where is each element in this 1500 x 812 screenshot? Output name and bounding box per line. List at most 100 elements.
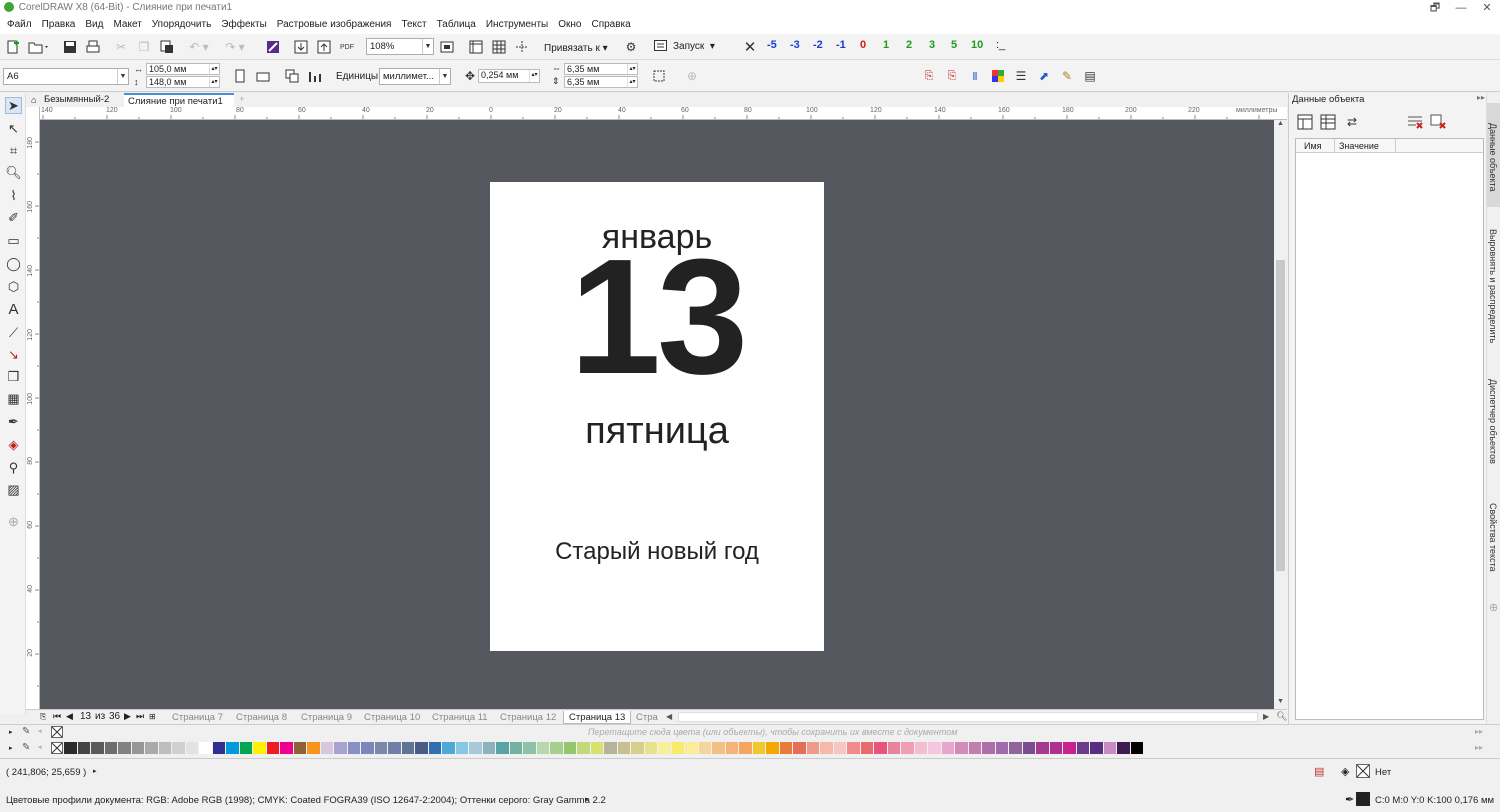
page-settings-icon[interactable]: ⎘ bbox=[40, 712, 46, 722]
color-swatch[interactable] bbox=[941, 742, 955, 754]
color-swatch[interactable] bbox=[442, 742, 456, 754]
tab-page-12[interactable]: Страница 12 bbox=[500, 711, 556, 724]
next-page-icon[interactable]: ▶ bbox=[124, 711, 131, 722]
color-swatch[interactable] bbox=[523, 742, 537, 754]
color-swatch[interactable] bbox=[401, 742, 415, 754]
portrait-orientation-icon[interactable] bbox=[231, 67, 249, 85]
color-swatch[interactable] bbox=[1090, 742, 1104, 754]
add-page-icon[interactable]: ⊞ bbox=[149, 712, 156, 721]
macro-button-5[interactable]: 5 bbox=[951, 39, 957, 51]
horizontal-scrollbar[interactable] bbox=[678, 712, 1258, 722]
scrollbar-thumb[interactable] bbox=[1276, 260, 1285, 571]
no-color-swatch[interactable] bbox=[51, 726, 63, 738]
color-swatch[interactable] bbox=[1049, 742, 1063, 754]
export-merge-icon[interactable]: ⬈ bbox=[1035, 67, 1053, 85]
scroll-right-icon[interactable]: ▶ bbox=[1263, 712, 1269, 721]
macro-button-1[interactable]: 1 bbox=[883, 39, 889, 51]
snap-to-dropdown[interactable]: Привязать к ▾ bbox=[544, 43, 608, 54]
color-swatch[interactable] bbox=[806, 742, 820, 754]
color-swatch[interactable] bbox=[428, 742, 442, 754]
document-color-profiles[interactable]: Цветовые профили документа: RGB: Adobe R… bbox=[6, 795, 606, 806]
macro-button-3[interactable]: 3 bbox=[929, 39, 935, 51]
color-swatch[interactable] bbox=[860, 742, 874, 754]
menu-bitmaps[interactable]: Растровые изображения bbox=[272, 16, 397, 34]
vertical-scrollbar[interactable]: ▲ ▼ bbox=[1274, 120, 1287, 709]
color-swatch[interactable] bbox=[1036, 742, 1050, 754]
shape-tool-icon[interactable]: ↖ bbox=[5, 120, 22, 137]
options-gear-icon[interactable]: ⚙ bbox=[622, 38, 640, 56]
scroll-palette-left-icon[interactable]: ◂ bbox=[38, 727, 42, 735]
color-swatch[interactable] bbox=[158, 742, 172, 754]
color-swatch[interactable] bbox=[1009, 742, 1023, 754]
holiday-text[interactable]: Старый новый год bbox=[490, 538, 824, 566]
macro-button-10[interactable]: 10 bbox=[971, 39, 983, 51]
scroll-down-icon[interactable]: ▼ bbox=[1274, 698, 1287, 708]
color-swatch[interactable] bbox=[77, 742, 91, 754]
show-grid-icon[interactable] bbox=[490, 38, 508, 56]
menu-effects[interactable]: Эффекты bbox=[216, 16, 271, 34]
color-swatch[interactable] bbox=[1076, 742, 1090, 754]
current-page-icon[interactable] bbox=[306, 67, 324, 85]
color-swatch[interactable] bbox=[469, 742, 483, 754]
color-swatch[interactable] bbox=[752, 742, 766, 754]
color-swatch[interactable] bbox=[280, 742, 294, 754]
zoom-navigator-icon[interactable]: 🔍︎ bbox=[1276, 711, 1287, 722]
export-icon[interactable] bbox=[315, 38, 333, 56]
redo-icon[interactable]: ↷ ▾ bbox=[222, 38, 248, 56]
all-pages-icon[interactable] bbox=[283, 67, 301, 85]
color-swatch[interactable] bbox=[550, 742, 564, 754]
side-tab-object-data[interactable]: Данные объекта bbox=[1487, 103, 1500, 207]
launch-dropdown[interactable]: Запуск ▾ bbox=[654, 40, 715, 52]
add-docker-icon[interactable]: ⊕ bbox=[1489, 601, 1498, 614]
color-swatch[interactable] bbox=[955, 742, 969, 754]
color-swatch[interactable] bbox=[482, 742, 496, 754]
color-swatch[interactable] bbox=[239, 742, 253, 754]
close-macro-icon[interactable]: ✕ bbox=[741, 38, 759, 56]
color-swatch[interactable] bbox=[928, 742, 942, 754]
outline-tool-icon[interactable]: ▨ bbox=[5, 481, 22, 498]
data-hierarchy-icon[interactable]: ⇄ bbox=[1343, 113, 1361, 131]
parallel-dimension-tool-icon[interactable]: ⟋ bbox=[5, 324, 22, 341]
color-swatch[interactable] bbox=[577, 742, 591, 754]
color-swatch[interactable] bbox=[982, 742, 996, 754]
status-expand-icon[interactable]: ▸ bbox=[585, 795, 589, 803]
current-page-number[interactable]: 13 bbox=[80, 711, 91, 722]
copy-data-from-icon[interactable] bbox=[1319, 113, 1337, 131]
color-swatch[interactable] bbox=[415, 742, 429, 754]
color-swatch[interactable] bbox=[374, 742, 388, 754]
color-swatch[interactable] bbox=[131, 742, 145, 754]
tab-page-10[interactable]: Страница 10 bbox=[364, 711, 420, 724]
menu-view[interactable]: Вид bbox=[80, 16, 108, 34]
menu-file[interactable]: Файл bbox=[2, 16, 37, 34]
color-swatch[interactable] bbox=[604, 742, 618, 754]
color-swatch[interactable] bbox=[199, 742, 213, 754]
color-eyedropper-tool-icon[interactable]: ✒ bbox=[5, 413, 22, 430]
tab-page-9[interactable]: Страница 9 bbox=[301, 711, 352, 724]
print-merge-create-icon[interactable]: ⎘ bbox=[920, 67, 938, 85]
color-swatch[interactable] bbox=[725, 742, 739, 754]
insert-field-icon[interactable]: Ⅱ bbox=[966, 67, 984, 85]
scroll-palette-left-icon[interactable]: ◂ bbox=[38, 743, 42, 751]
scroll-up-icon[interactable]: ▲ bbox=[1274, 120, 1287, 130]
color-swatch[interactable] bbox=[334, 742, 348, 754]
color-swatch[interactable] bbox=[172, 742, 186, 754]
duplicate-x-field[interactable]: 6,35 мм ▴▾ bbox=[564, 63, 638, 75]
column-header-value[interactable]: Значение bbox=[1339, 141, 1379, 151]
tab-document-untitled-2[interactable]: ⌂ Безымянный-2 bbox=[28, 93, 124, 107]
color-swatch[interactable] bbox=[361, 742, 375, 754]
macro-button-minus-2[interactable]: -2 bbox=[813, 39, 823, 51]
spinner-icon[interactable]: ▴▾ bbox=[627, 64, 637, 74]
new-tab-icon[interactable]: + bbox=[236, 93, 250, 107]
color-swatch[interactable] bbox=[347, 742, 361, 754]
open-folder-icon[interactable] bbox=[26, 38, 52, 56]
expand-palette-icon[interactable]: ▸▸ bbox=[1475, 743, 1483, 752]
color-swatch[interactable] bbox=[793, 742, 807, 754]
macro-button-extra[interactable]: :_ bbox=[996, 39, 1005, 51]
print-icon[interactable] bbox=[84, 38, 102, 56]
color-swatch[interactable] bbox=[671, 742, 685, 754]
macro-button-minus-3[interactable]: -3 bbox=[790, 39, 800, 51]
last-page-icon[interactable]: ⏭ bbox=[136, 711, 144, 722]
page-width-field[interactable]: 105,0 мм ▴▾ bbox=[146, 63, 220, 75]
color-swatch[interactable] bbox=[1130, 742, 1144, 754]
menu-arrange[interactable]: Упорядочить bbox=[147, 16, 217, 34]
